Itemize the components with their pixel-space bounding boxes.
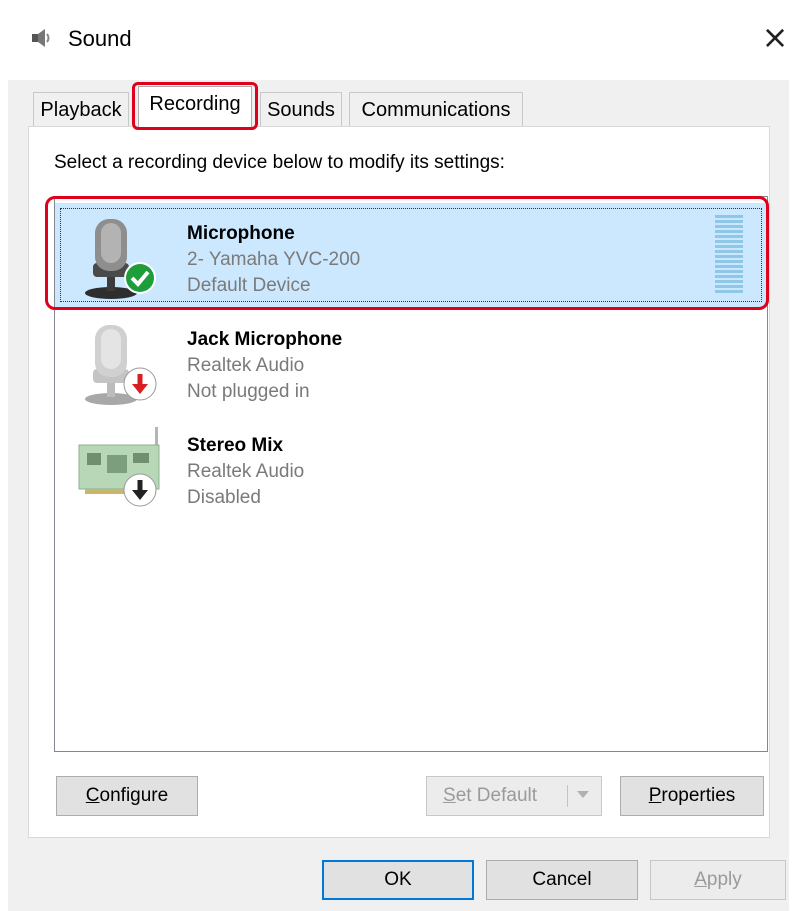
cancel-button[interactable]: Cancel: [486, 860, 638, 900]
disabled-arrow-icon: [123, 473, 157, 507]
tab-playback[interactable]: Playback: [33, 92, 129, 126]
configure-button[interactable]: Configure: [56, 776, 198, 816]
set-default-button[interactable]: Set Default: [426, 776, 602, 816]
device-driver: Realtek Audio: [187, 461, 305, 482]
device-status: Disabled: [187, 487, 261, 508]
device-driver: 2- Yamaha YVC-200: [187, 249, 361, 270]
split-separator: [567, 785, 568, 807]
ok-button[interactable]: OK: [322, 860, 474, 900]
speaker-icon: [32, 29, 50, 47]
device-status: Default Device: [187, 275, 311, 296]
tab-sounds[interactable]: Sounds: [260, 92, 342, 126]
window-title: Sound: [68, 26, 132, 51]
device-name: Stereo Mix: [187, 435, 284, 456]
close-button[interactable]: ×: [758, 20, 792, 54]
device-driver: Realtek Audio: [187, 355, 305, 376]
device-list[interactable]: Microphone 2- Yamaha YVC-200 Default Dev…: [54, 196, 768, 752]
properties-button[interactable]: Properties: [620, 776, 764, 816]
device-status: Not plugged in: [187, 381, 310, 402]
device-row-jack-microphone[interactable]: Jack Microphone Realtek Audio Not plugge…: [55, 309, 767, 413]
device-name: Jack Microphone: [187, 329, 343, 350]
unplugged-arrow-icon: [123, 367, 157, 401]
default-check-icon: [124, 262, 156, 294]
dropdown-arrow-icon[interactable]: [577, 791, 589, 798]
device-row-microphone[interactable]: Microphone 2- Yamaha YVC-200 Default Dev…: [55, 203, 767, 307]
tab-communications[interactable]: Communications: [349, 92, 523, 126]
device-row-stereo-mix[interactable]: Stereo Mix Realtek Audio Disabled: [55, 415, 767, 519]
apply-button[interactable]: Apply: [650, 860, 786, 900]
level-meter: [715, 215, 743, 293]
instruction-text: Select a recording device below to modif…: [54, 152, 505, 173]
device-name: Microphone: [187, 223, 295, 244]
tab-recording[interactable]: Recording: [138, 86, 252, 130]
title-bar: Sound ×: [0, 0, 797, 80]
